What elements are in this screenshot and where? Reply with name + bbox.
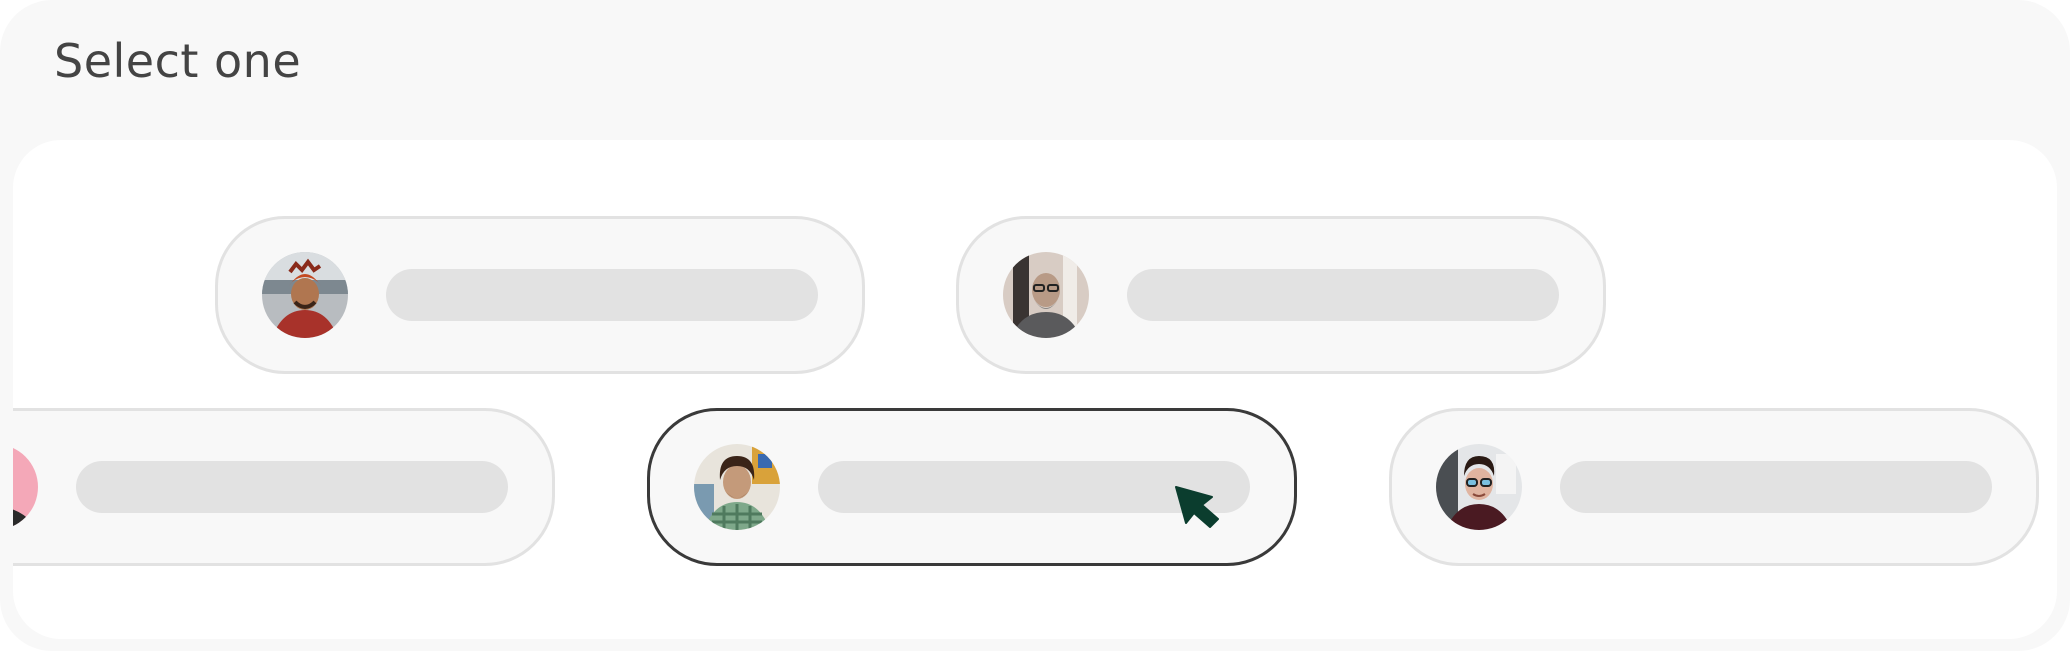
option-card-1[interactable] <box>215 216 865 374</box>
man-glasses-dark-sweater-avatar-icon <box>1436 444 1522 530</box>
avatar <box>262 252 348 338</box>
options-area <box>13 140 2057 639</box>
option-label-placeholder <box>1127 269 1559 321</box>
avatar <box>13 444 38 530</box>
option-card-5[interactable] <box>1389 408 2039 566</box>
man-red-headscarf-avatar-icon <box>262 252 348 338</box>
option-label-placeholder <box>1560 461 1992 513</box>
pointer-arrow-icon <box>1174 485 1234 535</box>
man-curly-hair-plaid-shirt-avatar-icon <box>694 444 780 530</box>
option-label-placeholder <box>386 269 818 321</box>
avatar <box>1003 252 1089 338</box>
option-card-3[interactable] <box>13 408 555 566</box>
select-one-panel: Select one <box>0 0 2070 651</box>
man-glasses-grey-beard-avatar-icon <box>1003 252 1089 338</box>
avatar <box>1436 444 1522 530</box>
avatar <box>694 444 780 530</box>
option-label-placeholder <box>76 461 508 513</box>
option-card-2[interactable] <box>956 216 1606 374</box>
partial-pink-avatar-icon <box>13 444 38 530</box>
page-title: Select one <box>54 34 302 88</box>
